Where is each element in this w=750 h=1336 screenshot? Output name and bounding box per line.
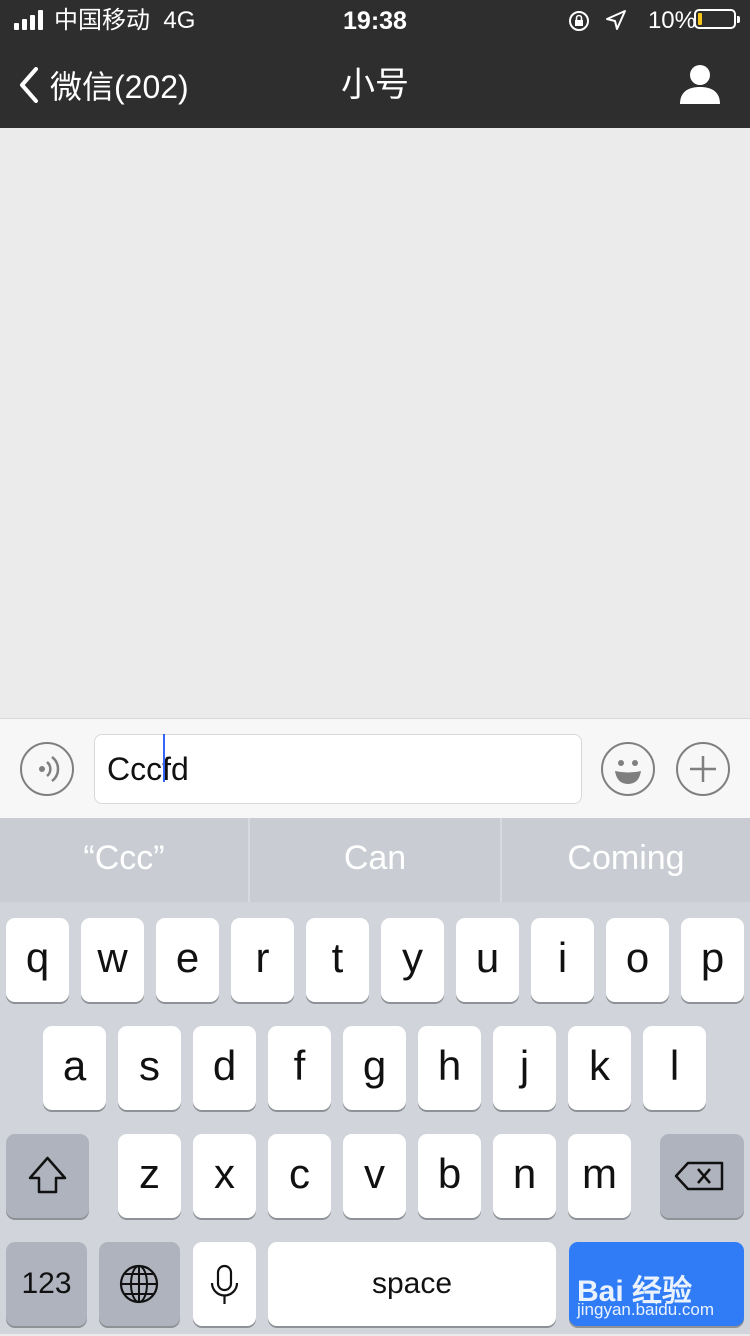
voice-icon [39, 756, 60, 782]
key-a[interactable]: a [43, 1026, 106, 1110]
key-h[interactable]: h [418, 1026, 481, 1110]
key-z[interactable]: z [118, 1134, 181, 1218]
shift-key[interactable] [6, 1134, 89, 1218]
delete-key[interactable] [660, 1134, 744, 1218]
watermark-url: jingyan.baidu.com [577, 1300, 715, 1319]
battery-percent: 10% [647, 7, 696, 34]
key-j[interactable]: j [493, 1026, 556, 1110]
key-p[interactable]: p [681, 918, 744, 1002]
key-o[interactable]: o [606, 918, 669, 1002]
key-n[interactable]: n [493, 1134, 556, 1218]
message-input[interactable]: Cccfd [94, 734, 582, 804]
key-k[interactable]: k [568, 1026, 631, 1110]
message-input-value: Cccfd [107, 751, 189, 787]
more-button[interactable] [676, 742, 730, 796]
emoji-icon [615, 760, 641, 784]
space-key[interactable]: space [268, 1242, 556, 1326]
key-l[interactable]: l [643, 1026, 706, 1110]
voice-button[interactable] [20, 742, 74, 796]
key-x[interactable]: x [193, 1134, 256, 1218]
key-w[interactable]: w [81, 918, 144, 1002]
key-s[interactable]: s [118, 1026, 181, 1110]
shift-icon [28, 1156, 67, 1194]
key-u[interactable]: u [456, 918, 519, 1002]
key-f[interactable]: f [268, 1026, 331, 1110]
globe-icon [119, 1264, 159, 1304]
location-arrow-icon [606, 10, 626, 30]
status-time: 19:38 [343, 7, 407, 35]
person-icon[interactable] [678, 62, 722, 106]
backspace-icon [674, 1161, 724, 1191]
key-v[interactable]: v [343, 1134, 406, 1218]
numbers-key[interactable]: 123 [6, 1242, 87, 1326]
key-b[interactable]: b [418, 1134, 481, 1218]
battery-icon [694, 9, 740, 29]
key-m[interactable]: m [568, 1134, 631, 1218]
emoji-button[interactable] [601, 742, 655, 796]
text-cursor [163, 734, 165, 782]
key-d[interactable]: d [193, 1026, 256, 1110]
key-y[interactable]: y [381, 918, 444, 1002]
return-key[interactable]: Bai 经验 jingyan.baidu.com [569, 1242, 744, 1326]
plus-icon [690, 756, 716, 782]
key-t[interactable]: t [306, 918, 369, 1002]
rotation-lock-icon [569, 11, 589, 31]
key-g[interactable]: g [343, 1026, 406, 1110]
microphone-icon [210, 1264, 239, 1304]
key-r[interactable]: r [231, 918, 294, 1002]
chat-input-bar: Cccfd [0, 718, 750, 818]
chat-message-area[interactable] [0, 128, 750, 718]
microphone-key[interactable] [193, 1242, 256, 1326]
key-i[interactable]: i [531, 918, 594, 1002]
key-e[interactable]: e [156, 918, 219, 1002]
globe-key[interactable] [99, 1242, 180, 1326]
keyboard: “Ccc” Can Coming qwertyuiopasdfghjklzxcv… [0, 818, 750, 1334]
chat-title: 小号 [341, 66, 409, 104]
top-bar: 中国移动 4G 19:38 10% 微信(202) 小号 [0, 0, 750, 128]
key-c[interactable]: c [268, 1134, 331, 1218]
key-q[interactable]: q [6, 918, 69, 1002]
